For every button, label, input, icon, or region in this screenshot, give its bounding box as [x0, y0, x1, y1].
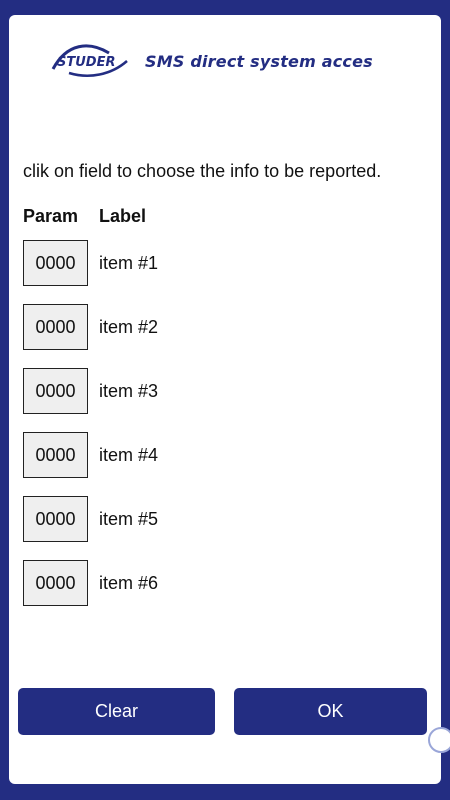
item-label: item #5	[99, 509, 159, 529]
list-item: 0000 item #1	[23, 240, 423, 304]
list-item: 0000 item #2	[23, 304, 423, 368]
list-item: 0000 item #6	[23, 560, 423, 624]
list-item: 0000 item #4	[23, 432, 423, 496]
app-title: SMS direct system acces	[145, 51, 373, 71]
item-label: item #4	[99, 445, 159, 465]
clear-button[interactable]: Clear	[18, 688, 215, 735]
param-field[interactable]: 0000	[23, 240, 88, 286]
list-item: 0000 item #3	[23, 368, 423, 432]
logo-text: STUDER	[57, 55, 115, 70]
table-header: Param Label	[23, 206, 323, 230]
param-field[interactable]: 0000	[23, 560, 88, 606]
list-item: 0000 item #5	[23, 496, 423, 560]
item-label: item #1	[99, 253, 159, 273]
param-list: 0000 item #1 0000 item #2 0000 item #3 0…	[23, 240, 423, 624]
header-brand: STUDER SMS direct system acces	[49, 39, 373, 83]
param-column-header: Param	[23, 206, 79, 226]
scroll-handle-icon[interactable]	[428, 727, 450, 753]
item-label: item #3	[99, 381, 159, 401]
label-column-header: Label	[99, 206, 147, 226]
param-field[interactable]: 0000	[23, 432, 88, 478]
item-label: item #2	[99, 317, 159, 337]
ok-button[interactable]: OK	[234, 688, 427, 735]
item-label: item #6	[99, 573, 159, 593]
instruction-text: clik on field to choose the info to be r…	[23, 161, 382, 181]
studer-logo-icon: STUDER	[49, 39, 139, 83]
param-field[interactable]: 0000	[23, 304, 88, 350]
param-field[interactable]: 0000	[23, 368, 88, 414]
param-field[interactable]: 0000	[23, 496, 88, 542]
dialog-card: STUDER SMS direct system acces clik on f…	[9, 15, 441, 784]
